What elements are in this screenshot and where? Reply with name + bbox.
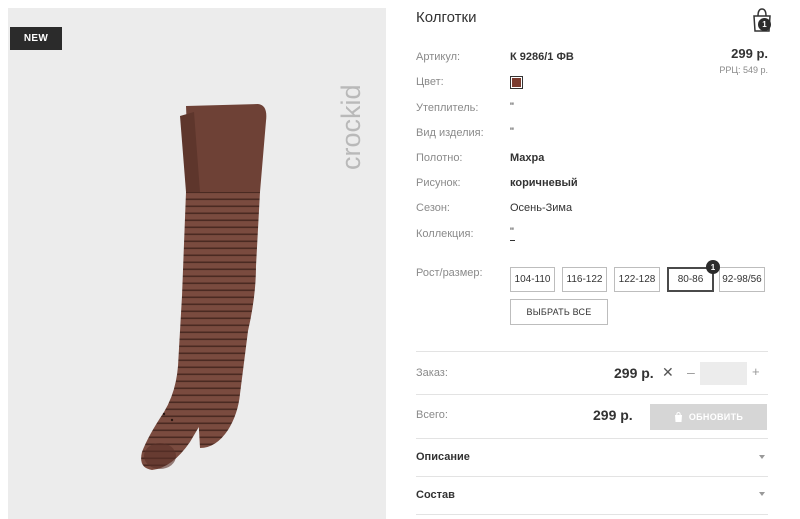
article-label: Артикул: [416,51,461,63]
composition-accordion[interactable]: Состав [416,489,455,501]
increase-quantity-button[interactable]: + [752,364,760,379]
rrp-price: РРЦ: 549 р. [719,65,768,75]
collection-dash [510,240,515,241]
divider [416,438,768,439]
pattern-value: коричневый [510,177,578,189]
fabric-label: Полотно: [416,152,463,164]
order-price: 299 р. [614,365,654,381]
product-type-value: " [510,126,514,138]
size-option-104-110[interactable]: 104-110 [510,267,555,292]
description-accordion[interactable]: Описание [416,451,470,463]
update-button-label: ОБНОВИТЬ [688,412,744,422]
collection-label: Коллекция: [416,228,474,240]
fabric-value: Махра [510,152,545,164]
divider [416,394,768,395]
brand-logo: crockid [338,84,366,170]
size-option-122-128[interactable]: 122-128 [614,267,660,292]
insulation-label: Утеплитель: [416,102,479,114]
product-gallery: NEW crockid [8,8,386,519]
product-price: 299 р. [731,46,768,61]
update-button[interactable]: ОБНОВИТЬ [650,404,767,430]
collection-value: " [510,226,514,238]
color-swatch[interactable] [510,76,523,89]
insulation-value: " [510,101,514,113]
size-option-92-98-56[interactable]: 92-98/56 [719,267,765,292]
chevron-down-icon[interactable] [759,455,765,459]
product-info-panel: Колготки 1 Артикул: К 9286/1 ФВ 299 р. Р… [416,0,771,519]
product-type-label: Вид изделия: [416,127,484,139]
chevron-down-icon[interactable] [759,492,765,496]
order-label: Заказ: [416,367,448,379]
new-badge: NEW [10,27,62,50]
size-count-badge: 1 [706,260,720,274]
article-value: К 9286/1 ФВ [510,51,574,63]
total-label: Всего: [416,409,448,421]
size-option-116-122[interactable]: 116-122 [562,267,607,292]
select-all-button[interactable]: ВЫБРАТЬ ВСЕ [510,299,608,325]
divider [416,514,768,515]
cart-count-badge: 1 [758,18,771,31]
divider [416,476,768,477]
pattern-label: Рисунок: [416,177,461,189]
bag-icon [674,412,682,422]
color-swatch-fill [512,78,521,87]
color-label: Цвет: [416,76,444,88]
tights-photo [141,104,267,470]
svg-text:crockid: crockid [338,84,366,170]
divider [416,351,768,352]
remove-icon[interactable]: ✕ [662,364,674,381]
product-title: Колготки [416,9,477,26]
total-price: 299 р. [593,407,633,423]
quantity-input[interactable] [700,362,747,385]
season-label: Сезон: [416,202,450,214]
size-label: Рост/размер: [416,267,483,279]
decrease-quantity-button[interactable]: – [687,364,695,380]
season-value: Осень-Зима [510,202,573,214]
